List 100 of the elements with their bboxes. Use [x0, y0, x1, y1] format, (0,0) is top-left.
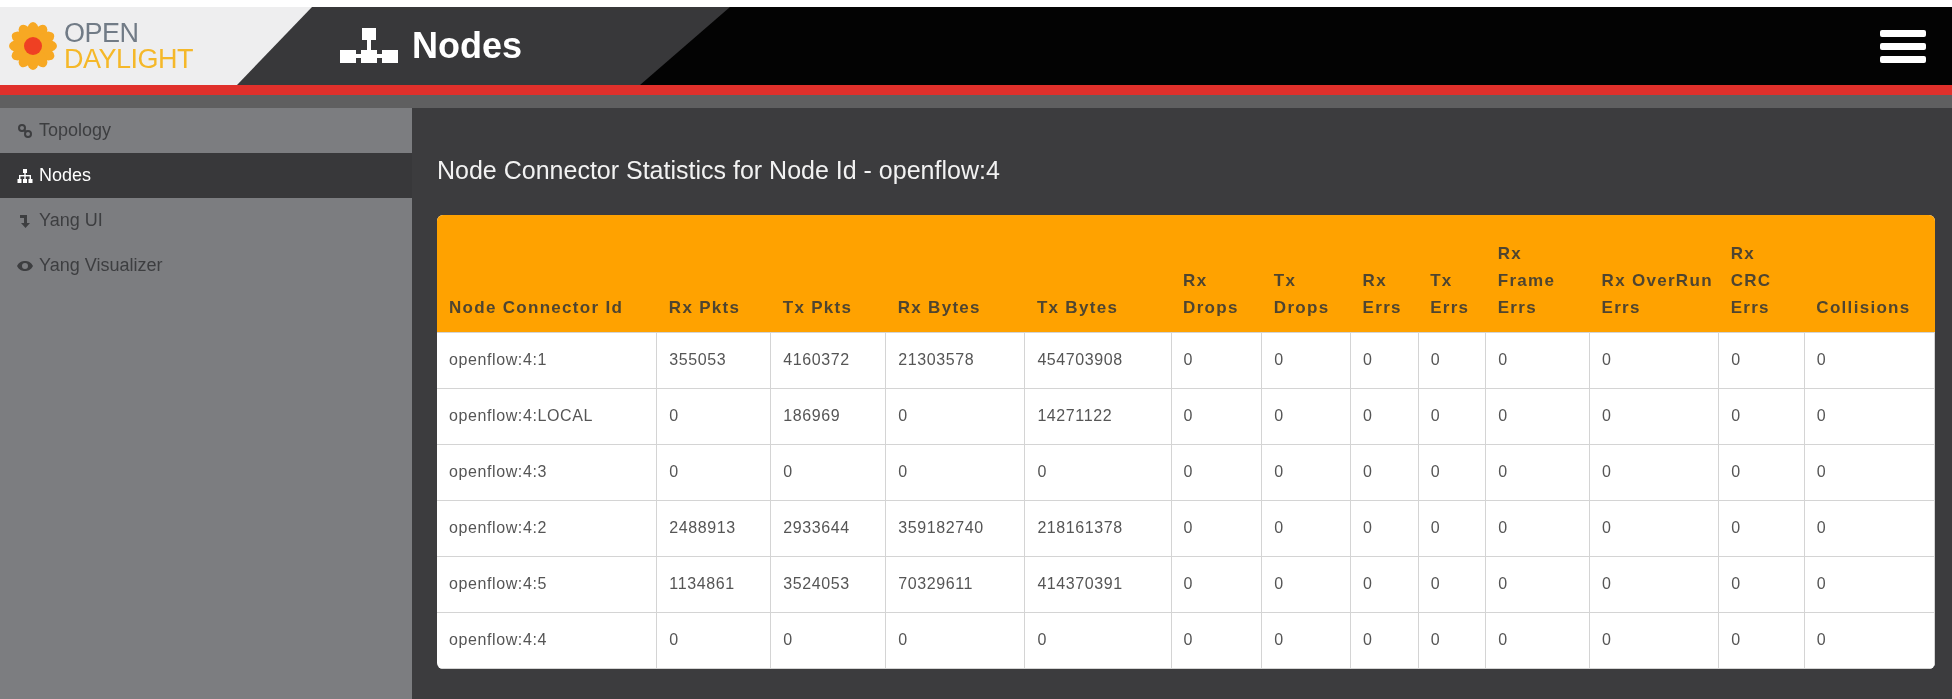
table-cell: 0 — [1485, 500, 1590, 556]
table-cell: 0 — [1485, 556, 1590, 612]
table-cell: 0 — [656, 612, 771, 668]
link-icon — [17, 122, 33, 139]
table-cell: 454703908 — [1024, 332, 1172, 388]
table-cell: 0 — [885, 388, 1025, 444]
table-cell: 0 — [1171, 332, 1262, 388]
table-cell: openflow:4:3 — [437, 444, 657, 500]
table-cell: 0 — [1589, 612, 1719, 668]
column-header: Tx Pkts — [770, 215, 886, 332]
sidebar-item[interactable]: Nodes — [0, 153, 412, 198]
table-cell: 0 — [770, 444, 886, 500]
table-cell: 2488913 — [656, 500, 771, 556]
table-cell: 0 — [1485, 612, 1590, 668]
column-header: Tx Drops — [1261, 215, 1351, 332]
table-cell: 359182740 — [885, 500, 1025, 556]
table-cell: 0 — [1261, 388, 1351, 444]
table-cell: 0 — [1261, 500, 1351, 556]
table-cell: 3524053 — [770, 556, 886, 612]
table-cell: 0 — [770, 612, 886, 668]
column-header: Rx OverRun Errs — [1589, 215, 1719, 332]
table-cell: 0 — [1589, 444, 1719, 500]
table-cell: 0 — [1718, 332, 1805, 388]
table-cell: 0 — [1589, 556, 1719, 612]
table-cell: 4160372 — [770, 332, 886, 388]
column-header: Rx CRC Errs — [1718, 215, 1805, 332]
table-cell: 0 — [1261, 612, 1351, 668]
table-cell: 0 — [1261, 332, 1351, 388]
logo-text: OPEN — [64, 20, 140, 46]
table-cell: 0 — [1485, 444, 1590, 500]
sitemap-icon — [17, 167, 33, 184]
column-header: Rx Drops — [1171, 215, 1262, 332]
table-cell: 0 — [1350, 332, 1419, 388]
table-cell: 218161378 — [1024, 500, 1172, 556]
table-cell: openflow:4:5 — [437, 556, 657, 612]
table-cell: 0 — [885, 612, 1025, 668]
table-cell: 0 — [1485, 332, 1590, 388]
column-header: Rx Errs — [1350, 215, 1419, 332]
table-cell: 0 — [1589, 500, 1719, 556]
table-cell: 0 — [1804, 556, 1935, 612]
column-header: Rx Frame Errs — [1485, 215, 1590, 332]
logo-text: DAYLIGHT — [64, 46, 194, 72]
column-header: Rx Bytes — [885, 215, 1025, 332]
table-cell: 0 — [1418, 612, 1486, 668]
sidebar-item[interactable]: Topology — [0, 108, 412, 153]
sitemap-icon — [340, 28, 398, 64]
table-cell: 2933644 — [770, 500, 886, 556]
table-cell: 21303578 — [885, 332, 1025, 388]
table-cell: 0 — [1418, 444, 1486, 500]
table-cell: 0 — [1804, 388, 1935, 444]
flower-logo-icon — [8, 21, 58, 71]
table-cell: 0 — [1350, 388, 1419, 444]
table-cell: 0 — [1418, 556, 1486, 612]
table-cell: 0 — [1350, 556, 1419, 612]
table-cell: 0 — [1804, 612, 1935, 668]
table-cell: 0 — [1171, 556, 1262, 612]
table-cell: 0 — [1718, 556, 1805, 612]
table-cell: 0 — [1718, 500, 1805, 556]
table-cell: 1134861 — [656, 556, 771, 612]
table-cell: openflow:4:LOCAL — [437, 388, 657, 444]
table-cell: 0 — [1171, 612, 1262, 668]
table-cell: 0 — [1350, 444, 1419, 500]
table-cell: 0 — [1418, 388, 1486, 444]
table-cell: 0 — [656, 444, 771, 500]
table-cell: 414370391 — [1024, 556, 1172, 612]
table-cell: 0 — [1589, 388, 1719, 444]
table-cell: 0 — [1350, 500, 1419, 556]
table-cell: openflow:4:2 — [437, 500, 657, 556]
table-cell: 70329611 — [885, 556, 1025, 612]
table-cell: 0 — [1589, 332, 1719, 388]
table-cell: 0 — [1261, 444, 1351, 500]
table-cell: 186969 — [770, 388, 886, 444]
column-header: Collisions — [1804, 215, 1935, 332]
table-cell: 0 — [1171, 500, 1262, 556]
section-title: Node Connector Statistics for Node Id - openflow:4 — [437, 156, 1001, 185]
table-cell: 0 — [1485, 388, 1590, 444]
table-cell: 0 — [1804, 500, 1935, 556]
table-cell: 14271122 — [1024, 388, 1172, 444]
table-cell: 0 — [1261, 556, 1351, 612]
table-cell: 0 — [1418, 332, 1486, 388]
sidebar-item[interactable]: Yang UI — [0, 198, 412, 243]
table-cell: 0 — [1171, 388, 1262, 444]
down-arrow-icon — [17, 212, 33, 229]
column-header: Node Connector Id — [437, 215, 657, 332]
table-cell: openflow:4:1 — [437, 332, 657, 388]
table-cell: 0 — [1418, 500, 1486, 556]
table-cell: 0 — [1350, 612, 1419, 668]
table-cell: 0 — [1718, 388, 1805, 444]
page-title: Nodes — [412, 25, 523, 67]
table-cell: 0 — [1718, 444, 1805, 500]
column-header: Tx Bytes — [1024, 215, 1172, 332]
table-cell: 0 — [1718, 612, 1805, 668]
sidebar-item[interactable]: Yang Visualizer — [0, 243, 412, 288]
table-cell: 355053 — [656, 332, 771, 388]
column-header: Rx Pkts — [656, 215, 771, 332]
table-cell: 0 — [1804, 332, 1935, 388]
table-cell: 0 — [1804, 444, 1935, 500]
table-cell: 0 — [1024, 444, 1172, 500]
column-header: Tx Errs — [1418, 215, 1486, 332]
table-cell: 0 — [656, 388, 771, 444]
